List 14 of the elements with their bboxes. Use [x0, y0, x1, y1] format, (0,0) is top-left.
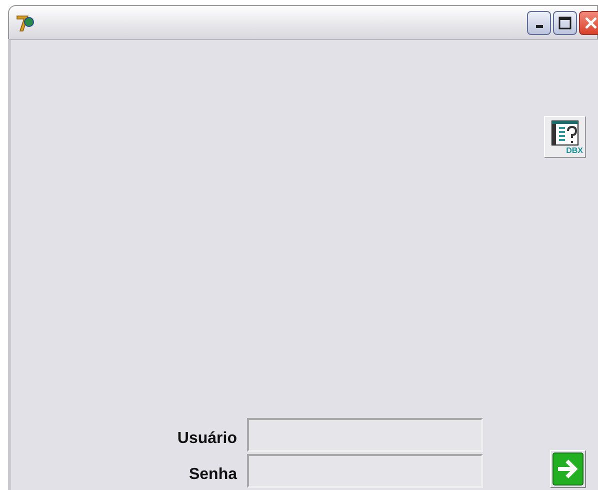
dbx-button[interactable]: DBX: [544, 116, 586, 158]
input-field[interactable]: [247, 454, 483, 488]
field-label: Senha: [188, 466, 237, 485]
app-logo-icon: [15, 12, 35, 32]
close-icon: [584, 16, 598, 30]
field-label: Usuário: [176, 430, 237, 449]
maximize-icon: [558, 16, 572, 30]
close-button[interactable]: [579, 10, 598, 34]
input-field[interactable]: [247, 418, 483, 452]
minimize-icon: [536, 25, 542, 28]
submit-button[interactable]: [550, 450, 586, 488]
help-document-icon: [550, 120, 580, 146]
minimize-button[interactable]: [527, 10, 551, 34]
maximize-button[interactable]: [553, 10, 577, 34]
